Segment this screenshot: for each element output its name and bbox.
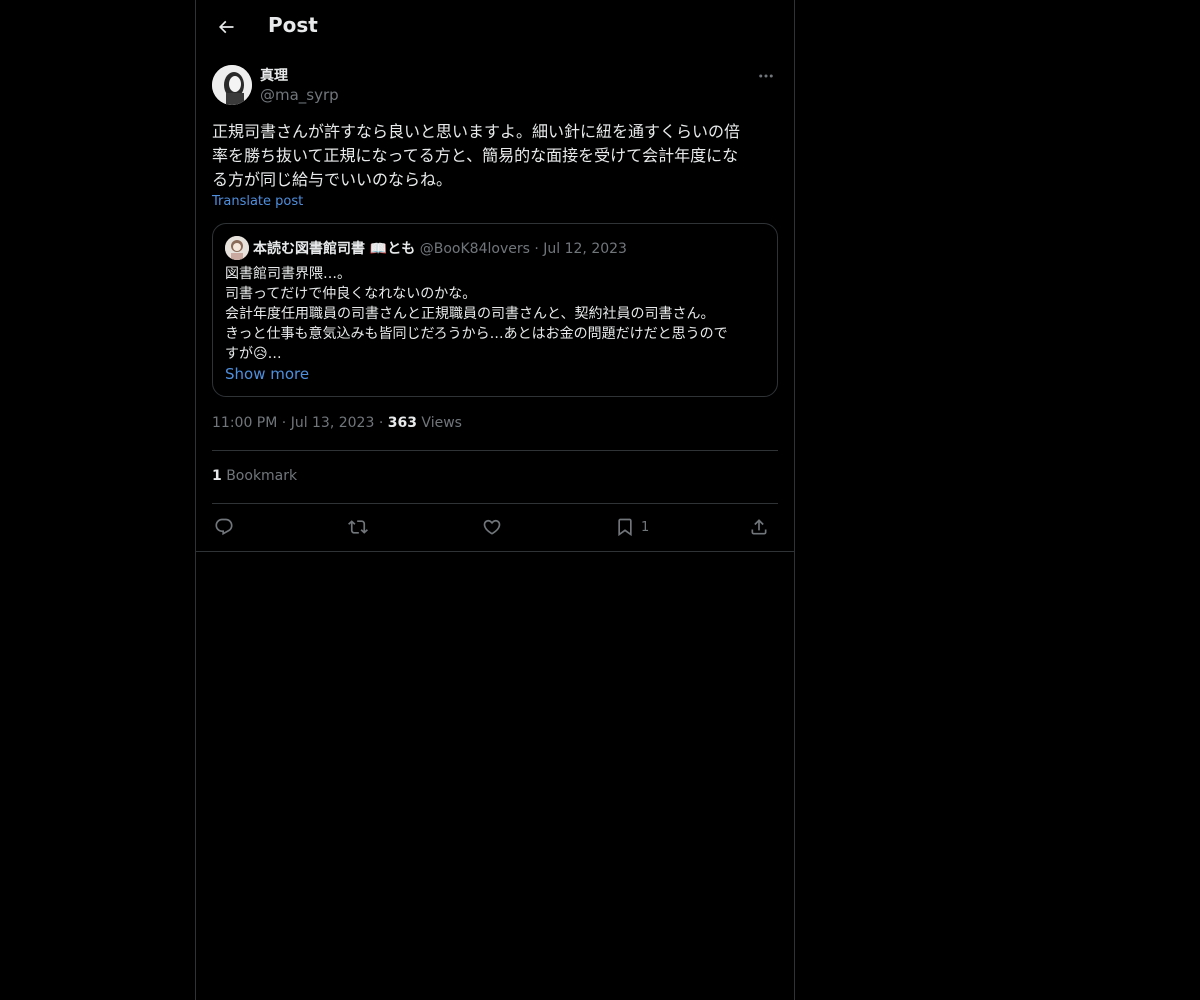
author-name[interactable]: 真理 <box>260 65 288 85</box>
share-icon <box>751 519 767 535</box>
quoted-text: 図書館司書界隈…。 司書ってだけで仲良くなれないのかな。 会計年度任用職員の司書… <box>225 266 728 362</box>
reply-button[interactable] <box>214 510 234 544</box>
back-arrow-icon <box>218 20 234 34</box>
page-title: Post <box>268 13 318 37</box>
bookmark-icon <box>618 518 632 537</box>
views-label: Views <box>421 415 462 431</box>
quoted-post[interactable]: 本読む図書館司書 📖とも @BooK84lovers · Jul 12, 202… <box>212 223 778 397</box>
post-text: 正規司書さんが許すなら良いと思いますよ。細い針に紐を通すくらいの倍 率を勝ち抜い… <box>212 122 741 189</box>
back-button[interactable] <box>208 9 244 45</box>
quoted-date: Jul 12, 2023 <box>543 241 627 257</box>
divider <box>212 450 778 451</box>
avatar-image-icon <box>212 65 252 105</box>
divider <box>212 503 778 504</box>
quoted-author-handle: @BooK84lovers <box>419 241 530 257</box>
translate-post-link[interactable]: Translate post <box>212 194 303 209</box>
share-button[interactable] <box>749 510 769 544</box>
bookmark-count: 1 <box>212 468 222 484</box>
separator-dot: · <box>534 241 539 257</box>
quoted-avatar <box>225 236 249 260</box>
post-date[interactable]: Jul 13, 2023 <box>291 415 375 431</box>
heart-icon <box>483 519 501 535</box>
action-bar: 1 <box>212 510 778 544</box>
show-more-link[interactable]: Show more <box>225 365 309 383</box>
post-column: Post 真理 @ma_syrp 正規司書さんが許すなら良いと思いますよ。細い針… <box>195 0 795 1000</box>
repost-button[interactable] <box>348 510 368 544</box>
post-author: 真理 @ma_syrp <box>212 64 778 108</box>
more-dots-icon <box>759 74 773 78</box>
separator-dot: · <box>281 415 287 431</box>
repost-icon <box>348 520 368 534</box>
views-count: 363 <box>387 415 417 431</box>
divider <box>196 551 794 552</box>
reply-icon <box>215 518 233 536</box>
separator-dot: · <box>378 415 384 431</box>
post-meta: 11:00 PM · Jul 13, 2023 · 363 Views <box>212 415 462 431</box>
more-options-button[interactable] <box>754 64 778 88</box>
like-button[interactable] <box>482 510 502 544</box>
quoted-author-name: 本読む図書館司書 📖とも <box>253 241 416 257</box>
quoted-header: 本読む図書館司書 📖とも @BooK84lovers · Jul 12, 202… <box>253 238 627 258</box>
bookmark-label: Bookmark <box>226 468 298 484</box>
author-handle[interactable]: @ma_syrp <box>260 86 339 104</box>
bookmark-stats[interactable]: 1 Bookmark <box>212 468 297 484</box>
page-header: Post <box>196 0 794 54</box>
post-time[interactable]: 11:00 PM <box>212 415 277 431</box>
bookmark-action-count: 1 <box>641 519 650 535</box>
author-avatar[interactable] <box>212 65 252 105</box>
quoted-avatar-image-icon <box>225 236 249 260</box>
bookmark-button[interactable]: 1 <box>615 510 649 544</box>
